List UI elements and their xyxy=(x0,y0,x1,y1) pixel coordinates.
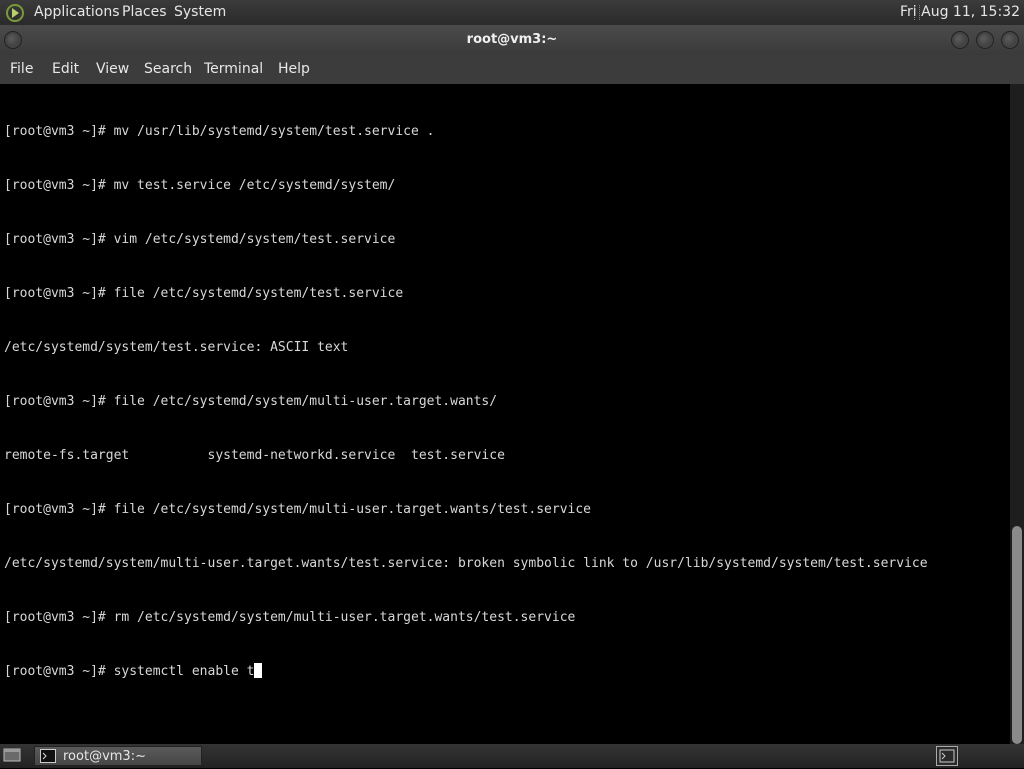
terminal-icon xyxy=(40,749,56,763)
clock[interactable]: Fri Aug 11, 15:32 xyxy=(900,4,1020,20)
top-panel: Applications Places System Fri Aug 11, 1… xyxy=(0,0,1024,25)
show-desktop-icon[interactable] xyxy=(3,747,21,763)
maximize-icon[interactable] xyxy=(976,31,994,49)
terminal-current-input[interactable]: [root@vm3 ~]# systemctl enable t xyxy=(4,664,254,679)
terminal-line: [root@vm3 ~]# rm /etc/systemd/system/mul… xyxy=(4,610,576,625)
workspace-switcher-icon[interactable] xyxy=(936,746,958,766)
menu-help[interactable]: Help xyxy=(278,61,310,77)
system-menu[interactable]: System xyxy=(174,4,226,20)
terminal-line: remote-fs.target systemd-networkd.servic… xyxy=(4,448,505,463)
minimize-icon[interactable] xyxy=(951,31,969,49)
menu-terminal[interactable]: Terminal xyxy=(204,61,263,77)
menu-file[interactable]: File xyxy=(10,61,33,77)
menu-edit[interactable]: Edit xyxy=(52,61,79,77)
taskbar-button-terminal[interactable]: root@vm3:~ xyxy=(34,746,202,766)
distro-logo-icon[interactable] xyxy=(5,3,25,23)
terminal-line: /etc/systemd/system/test.service: ASCII … xyxy=(4,340,349,355)
terminal-line: [root@vm3 ~]# vim /etc/systemd/system/te… xyxy=(4,232,396,247)
bottom-panel: root@vm3:~ xyxy=(0,744,1024,768)
terminal-input-line[interactable]: [root@vm3 ~]# systemctl enable t xyxy=(4,663,1010,681)
terminal-line: [root@vm3 ~]# file /etc/systemd/system/m… xyxy=(4,394,498,409)
window-title: root@vm3:~ xyxy=(466,32,558,47)
terminal-line: /etc/systemd/system/multi-user.target.wa… xyxy=(4,556,928,571)
close-icon[interactable] xyxy=(1001,31,1019,49)
taskbar-button-label: root@vm3:~ xyxy=(63,749,146,764)
window-titlebar[interactable]: root@vm3:~ xyxy=(0,25,1024,55)
menubar: File Edit View Search Terminal Help xyxy=(0,55,1024,84)
scrollbar-thumb[interactable] xyxy=(1012,526,1022,744)
applications-menu[interactable]: Applications xyxy=(34,4,120,20)
terminal-line: [root@vm3 ~]# file /etc/systemd/system/m… xyxy=(4,502,591,517)
text-cursor xyxy=(254,663,263,678)
menu-search[interactable]: Search xyxy=(144,61,192,77)
terminal-output[interactable]: [root@vm3 ~]# mv /usr/lib/systemd/system… xyxy=(0,84,1010,744)
terminal-line: [root@vm3 ~]# mv /usr/lib/systemd/system… xyxy=(4,124,435,139)
terminal-line: [root@vm3 ~]# file /etc/systemd/system/t… xyxy=(4,286,404,301)
workspace-preview-icon xyxy=(939,749,955,763)
terminal-line: [root@vm3 ~]# mv test.service /etc/syste… xyxy=(4,178,396,193)
menu-view[interactable]: View xyxy=(96,61,129,77)
terminal-scrollbar[interactable] xyxy=(1010,84,1024,744)
places-menu[interactable]: Places xyxy=(122,4,167,20)
